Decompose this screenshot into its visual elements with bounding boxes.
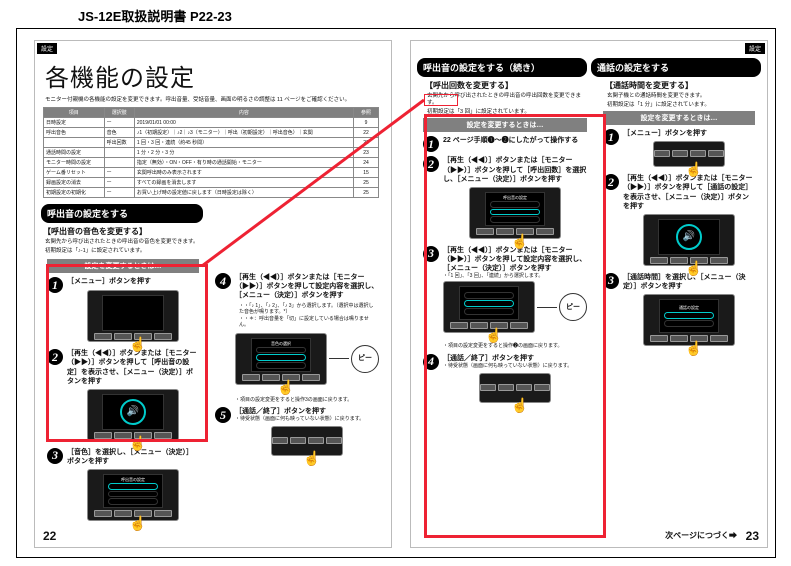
body-text: 初期設定は「♪-1」に設定されています。 [45, 248, 381, 255]
step-r2: 2 ［再生（◀◀）］ボタンまたは［モニター（▶▶）］ボタンを押して［呼出回数］を… [423, 156, 587, 241]
settings-index-table: 項目 選択肢 内容 参照 日時設定ー2019/01/01 00:009 呼出音色… [43, 107, 379, 198]
hand-icon [685, 261, 702, 275]
note-list: ・「♪ 1」、「♪ 2」、「♪ 3」から選択します。（選択中は選択した音色が鳴り… [239, 303, 375, 329]
step-r3: 3 ［再生（◀◀）］ボタンまたは［モニター（▶▶）］ボタンを押して設定内容を選択… [423, 246, 587, 350]
step-2: 2 ［再生（◀◀）］ボタンまたは［モニター（▶▶）］ボタンを押して［呼出音の設定… [47, 349, 199, 443]
step-number-icon: 1 [47, 277, 63, 293]
top-tab-settings: 設定 [745, 43, 765, 54]
step-number-icon: 2 [603, 174, 619, 190]
speaker-icon: 🔊 [120, 399, 146, 425]
hand-icon [129, 516, 146, 530]
th-ref: 参照 [354, 108, 379, 118]
page-title: 各機能の設定 [45, 58, 391, 93]
strip-change-settings: 設定を変更するときは… [603, 111, 755, 125]
device-illustration: 🔊 [87, 389, 179, 441]
step-number-icon: 5 [215, 407, 231, 423]
manual-page-22: 設定 各機能の設定 モニター付親機の各機能の設定を変更できます。呼出音量、受話音… [34, 40, 392, 548]
hand-icon [511, 234, 528, 248]
hand-icon [685, 162, 702, 176]
note: ・項目の設定変更をすると操作3の画面に戻ります。 [235, 397, 379, 404]
step-number-icon: 4 [423, 354, 439, 370]
body-text: 玄関先から呼び出されたときの呼出音の音色を変更できます。 [45, 239, 381, 246]
step-r4: 4 ［通話／終了］ボタンを押す ・待受状態（画面に何も映っていない状態）に戻りま… [423, 354, 587, 406]
th-choice: 選択肢 [104, 108, 134, 118]
body-text: 玄関先から呼び出されたときの呼出音の呼出回数を変更できます。 [427, 93, 583, 107]
step-r1: 1 22 ページ手順❶～❷にしたがって操作する [423, 136, 587, 152]
step-1: 1 ［メニュー］ボタンを押す [47, 277, 199, 345]
device-illustration: 呼出音の設定 [87, 469, 179, 521]
manual-page-23: 設定 呼出音の設定をする（続き） 通話の設定をする 【呼出回数を変更する】 玄関… [410, 40, 768, 548]
continue-next-page: 次ページにつづく➡ [665, 530, 737, 541]
hand-icon [485, 328, 502, 342]
strip-change-settings: 設定を変更するときは… [47, 259, 199, 273]
page-subnote: モニター付親機の各機能の設定を変更できます。呼出音量、受話音量、画面の明るさの調… [45, 95, 391, 103]
strip-change-settings: 設定を変更するときは… [423, 118, 587, 132]
step-rr1: 1 ［メニュー］ボタンを押す [603, 129, 755, 170]
hand-icon [511, 398, 528, 412]
hand-icon [277, 380, 294, 394]
section-ringtone-settings: 呼出音の設定をする [41, 204, 203, 223]
step-number-icon: 1 [603, 129, 619, 145]
document-title: JS-12E取扱説明書 P22-23 [78, 6, 232, 25]
section-ringtone-cont: 呼出音の設定をする（続き） [417, 58, 587, 77]
step-number-icon: 3 [603, 273, 619, 289]
right-column: 4 ［再生（◀◀）］ボタンまたは［モニター（▶▶）］ボタンを押して設定内容を選択… [207, 257, 387, 526]
section-call-settings: 通話の設定をする [591, 58, 761, 77]
device-illustration: 通話の設定 [643, 294, 735, 346]
page-number: 23 [746, 529, 759, 543]
body-text: 玄関子機との通話時間を変更できます。 [607, 93, 751, 100]
subhead-ring-count: 【呼出回数を変更する】 [425, 80, 593, 91]
beep-callout: ピー [351, 345, 379, 373]
p23-right-column: 【通話時間を変更する】 玄関子機との通話時間を変更できます。 初期設定は「1 分… [595, 77, 763, 408]
device-illustration: 音色の選択 [235, 333, 327, 385]
top-tab-settings: 設定 [37, 43, 57, 54]
device-illustration: 呼出音の設定 [469, 187, 561, 239]
step-number-icon: 4 [215, 273, 231, 289]
device-illustration [653, 141, 725, 167]
subhead-change-tone: 【呼出音の音色を変更する】 [43, 226, 391, 237]
hand-icon [685, 341, 702, 355]
step-5: 5 ［通話／終了］ボタンを押す ・待受状態（画面に何も映っていない状態）に戻りま… [215, 407, 379, 459]
step-3: 3 ［音色］を選択し、［メニュー（決定）］ボタンを押す 呼出音の設定 [47, 448, 199, 524]
step-number-icon: 2 [47, 349, 63, 365]
subhead-call-time: 【通話時間を変更する】 [605, 80, 761, 91]
hand-icon [303, 451, 320, 465]
step-4: 4 ［再生（◀◀）］ボタンまたは［モニター（▶▶）］ボタンを押して設定内容を選択… [215, 273, 379, 403]
device-illustration [271, 426, 343, 456]
device-illustration [443, 281, 535, 333]
step-rr2: 2 ［再生（◀◀）］ボタンまたは［モニター（▶▶）］ボタンを押して［通話の設定］… [603, 174, 755, 268]
step-number-icon: 1 [423, 136, 439, 152]
body-text: 初期設定は「1 分」に設定されています。 [607, 102, 751, 109]
body-text: 初期設定は「3 回」に設定されています。 [427, 109, 583, 116]
step-number-icon: 3 [423, 246, 439, 262]
device-illustration: 🔊 [643, 214, 735, 266]
step-number-icon: 2 [423, 156, 439, 172]
note: ・項目の設定変更をすると操作❷の画面に戻ります。 [443, 343, 587, 350]
p23-left-column: 【呼出回数を変更する】 玄関先から呼び出されたときの呼出音の呼出回数を変更できま… [415, 77, 595, 408]
th-content: 内容 [134, 108, 353, 118]
beep-callout: ピー [559, 293, 587, 321]
speaker-icon: 🔊 [676, 224, 702, 250]
page-number: 22 [43, 529, 56, 543]
device-illustration [87, 290, 179, 342]
step-rr3: 3 ［通話時間］を選択し、［メニュー（決定）］ボタンを押す 通話の設定 [603, 273, 755, 349]
hand-icon [129, 337, 146, 351]
step-number-icon: 3 [47, 448, 63, 464]
device-illustration [479, 373, 551, 403]
hand-icon [129, 436, 146, 450]
left-column: 設定を変更するときは… 1 ［メニュー］ボタンを押す 2 ［再生（◀◀）］ボタン… [39, 257, 207, 526]
th-item: 項目 [44, 108, 105, 118]
